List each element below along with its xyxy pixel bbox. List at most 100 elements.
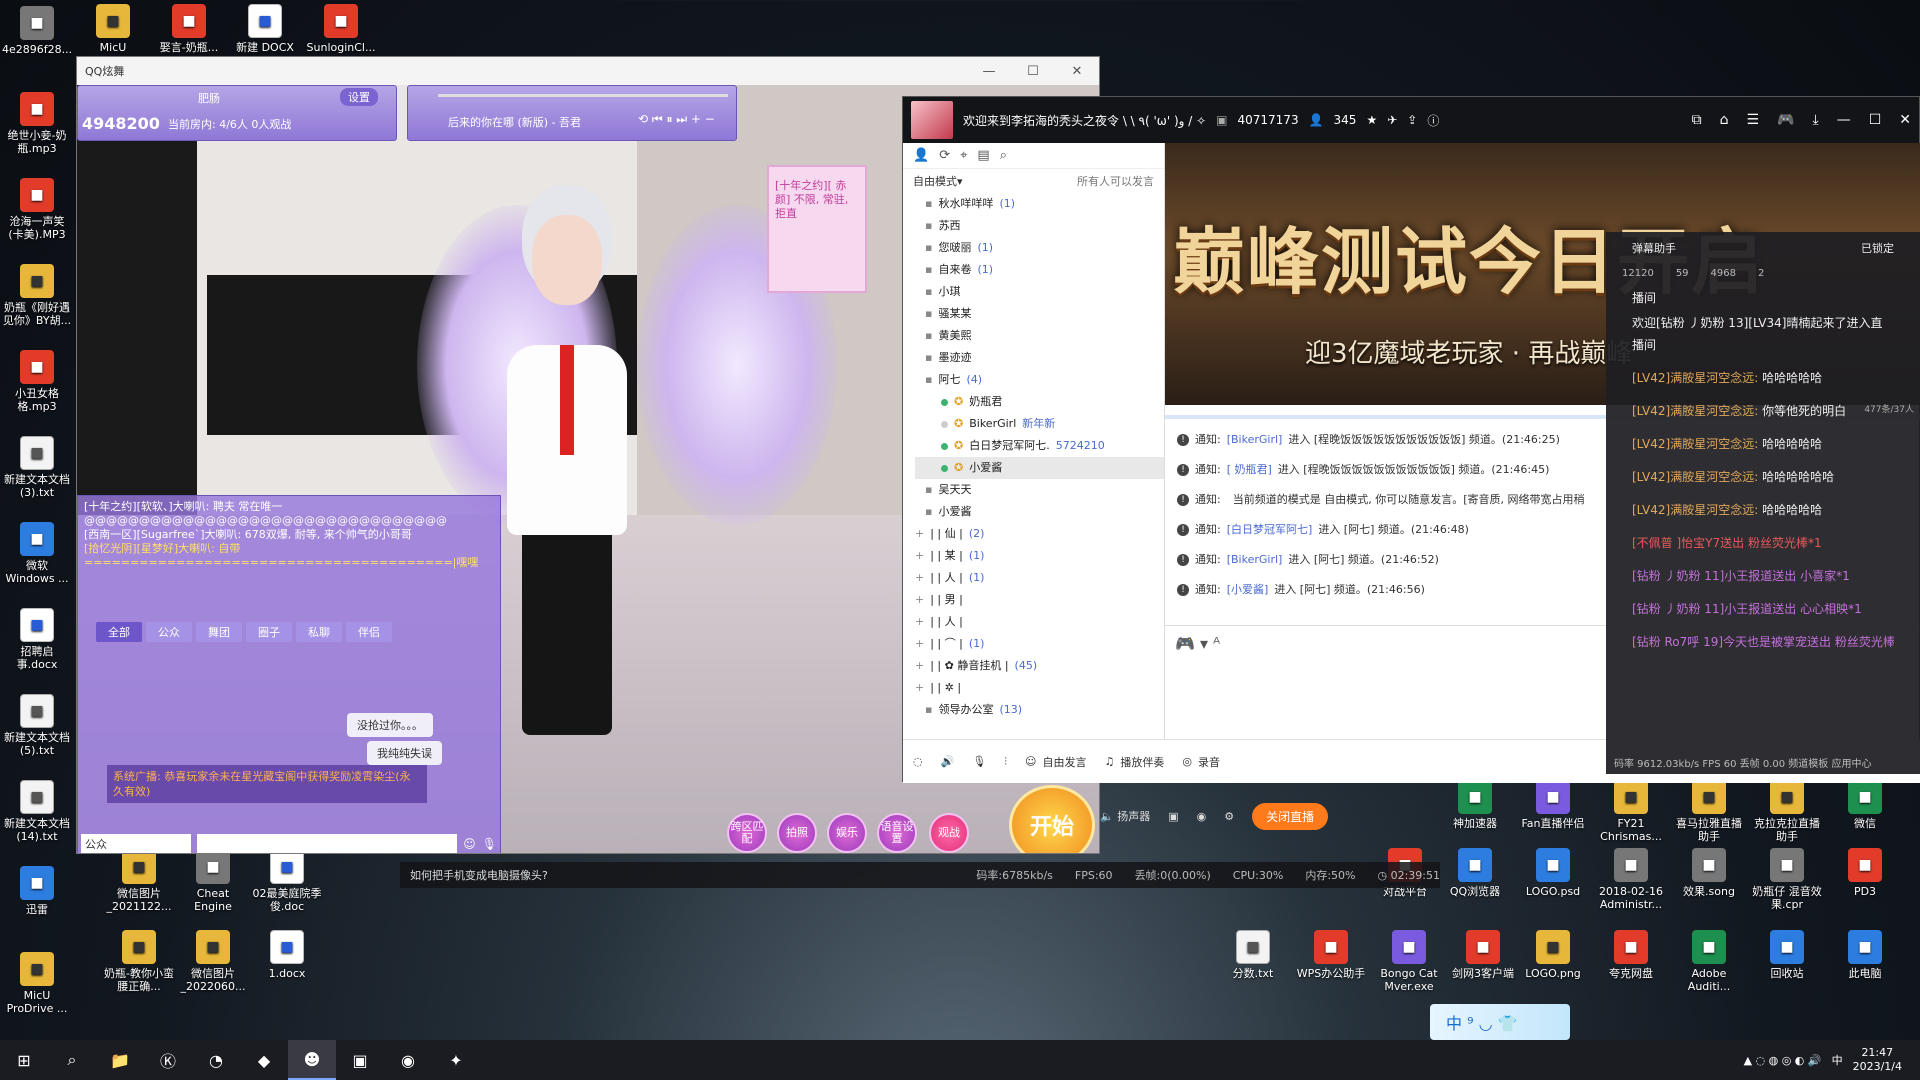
member-row[interactable]: ▪ 阿七 (4) — [915, 369, 1164, 391]
member-row[interactable]: ✪ BikerGirl 新年新 — [915, 413, 1164, 435]
member-row[interactable]: ▪ 小爱酱 — [915, 501, 1164, 523]
member-row[interactable]: + | | 人 | (1) — [915, 567, 1164, 589]
member-row[interactable]: ▪ 墨迹迹 — [915, 347, 1164, 369]
minimize-icon[interactable]: — — [967, 64, 1011, 79]
desktop-icon[interactable]: ■ 剑网3客户端 — [1448, 930, 1518, 980]
expand-icon[interactable]: + — [915, 633, 924, 655]
chat-input[interactable] — [197, 834, 458, 853]
member-row[interactable]: ✪ 小爱酱 — [915, 457, 1164, 479]
member-row[interactable]: ✪ 白日梦冠军阿七. 5724210 — [915, 435, 1164, 457]
danmu-status[interactable]: 已锁定 — [1861, 240, 1894, 256]
desktop-icon[interactable]: ■ Cheat Engine — [178, 850, 248, 913]
app-icon[interactable]: ▣ — [336, 1040, 384, 1080]
desktop-icon[interactable]: ■ LOGO.psd — [1518, 848, 1588, 898]
desktop-icon[interactable]: ■ 02最美庭院季俊.doc — [252, 850, 322, 913]
share-icon[interactable]: ⇪ — [1407, 113, 1417, 127]
close-icon[interactable]: ✕ — [1899, 112, 1911, 128]
desktop-icon[interactable]: ■ 沧海一声笑(卡美).MP3 — [2, 178, 72, 241]
desktop-icon[interactable]: ■ 效果.song — [1674, 848, 1744, 898]
desktop-icon[interactable]: ■ 绝世小妾-奶瓶.mp3 — [2, 92, 72, 155]
chat-tab[interactable]: 圈子 — [246, 622, 292, 642]
desktop-icon[interactable]: ■ MicU — [78, 4, 148, 54]
desktop-icon[interactable]: ■ 娶言-奶瓶... — [154, 4, 224, 54]
plane-icon[interactable]: ✈ — [1387, 113, 1397, 127]
desktop-icon[interactable]: ■ 奶瓶仔 混音效果.cpr — [1752, 848, 1822, 911]
chat-tab[interactable]: 私聊 — [296, 622, 342, 642]
photo-button[interactable]: 拍照 — [777, 813, 817, 853]
desktop-icon[interactable]: ■ 微信图片_2022060... — [178, 930, 248, 993]
search-icon[interactable]: ⌕ — [48, 1040, 96, 1080]
desktop-icon[interactable]: ■ 1.docx — [252, 930, 322, 980]
fun-button[interactable]: 娱乐 — [827, 813, 867, 853]
member-row[interactable]: ▪ 吴天天 — [915, 479, 1164, 501]
expand-icon[interactable]: + — [915, 677, 924, 699]
close-live-button[interactable]: 关闭直播 — [1252, 802, 1329, 830]
screen-icon[interactable]: ⧉ — [1692, 112, 1702, 128]
desktop-icon[interactable]: ■ Adobe Auditi... — [1674, 930, 1744, 993]
game-taskbar-icon[interactable]: ☻ — [288, 1040, 336, 1080]
note-icon[interactable]: ▤ — [977, 148, 989, 163]
member-row[interactable]: + | | 男 | — [915, 589, 1164, 611]
danmu-assistant[interactable]: 弹幕助手 已锁定 12120 59 4968 2 播间 欢迎[钻粉 丿奶粉 13][LV… — [1606, 232, 1920, 774]
desktop-icon[interactable]: ■ 新建文本文档(3).txt — [2, 436, 72, 499]
accompany-button[interactable]: ♫ 播放伴奏 — [1105, 754, 1165, 770]
gear-icon[interactable]: ⚙ — [1224, 810, 1234, 823]
watch-button[interactable]: 观战 — [929, 813, 969, 853]
browser-icon[interactable]: ◔ — [192, 1040, 240, 1080]
desktop-icon[interactable]: ■ LOGO.png — [1518, 930, 1588, 980]
desktop-icon[interactable]: ■ 新建文本文档(14).txt — [2, 780, 72, 843]
channel-template-button[interactable]: 频道模板 — [1788, 759, 1828, 770]
chat-tab[interactable]: 全部 — [96, 622, 142, 642]
chat-tab[interactable]: 公众 — [146, 622, 192, 642]
member-row[interactable]: + | | ⌒ | (1) — [915, 633, 1164, 655]
desktop-icon[interactable]: ■ 新建 DOCX — [230, 4, 300, 54]
desktop-icon[interactable]: ■ FY21 Chrismas... — [1596, 780, 1666, 843]
eye-icon[interactable]: ◉ — [1197, 810, 1207, 823]
close-icon[interactable]: ✕ — [1055, 64, 1099, 79]
desktop-icon[interactable]: ■ 神加速器 — [1440, 780, 1510, 830]
voice-settings-button[interactable]: 语音设置 — [877, 813, 917, 853]
desktop-icon[interactable]: ■ 新建文本文档(5).txt — [2, 694, 72, 757]
expand-icon[interactable]: + — [915, 545, 924, 567]
tray-icons[interactable]: ▲ ◌ ◍ ◎ ◐ 🔊 — [1744, 1054, 1822, 1067]
start-icon[interactable]: ⊞ — [0, 1040, 48, 1080]
home-icon[interactable]: ⌂ — [1720, 112, 1729, 128]
chat-tab[interactable]: 舞团 — [196, 622, 242, 642]
desktop-icon[interactable]: ■ 迅雷 — [2, 866, 72, 916]
desktop-icon[interactable]: ■ 喜马拉雅直播助手 — [1674, 780, 1744, 843]
member-row[interactable]: ▪ 秋水咩咩咩 (1) — [915, 193, 1164, 215]
search-icon[interactable]: ⌕ — [1000, 148, 1007, 163]
kugou-icon[interactable]: Ⓚ — [144, 1040, 192, 1080]
help-question[interactable]: 如何把手机变成电脑摄像头? — [400, 867, 548, 883]
member-row[interactable]: + | | ✲ | — [915, 677, 1164, 699]
emoji-icon[interactable]: ☺ — [463, 837, 476, 851]
desktop-icon[interactable]: ■ 4e2896f28... — [2, 6, 72, 56]
desktop-icon[interactable]: ■ 微软 Windows ... — [2, 522, 72, 585]
game-titlebar[interactable]: QQ炫舞 — ☐ ✕ — [77, 57, 1099, 85]
location-icon[interactable]: ⌖ — [960, 148, 967, 163]
desktop-icon[interactable]: ■ Bongo Cat Mver.exe — [1374, 930, 1444, 993]
music-controls[interactable]: ⟲ ⏮ ⏸ ⏭ + − — [638, 112, 715, 127]
speaker-button[interactable]: 🔈 扬声器 — [1100, 808, 1150, 824]
desktop-icon[interactable]: ■ WPS办公助手 — [1296, 930, 1366, 980]
expand-icon[interactable]: + — [915, 655, 924, 677]
desktop-icon[interactable]: ■ 2018-02-16 Administr... — [1596, 848, 1666, 911]
maximize-icon[interactable]: ☐ — [1011, 64, 1055, 79]
mic-icon[interactable]: 🎙 — [972, 755, 986, 768]
mixer-icon[interactable]: ⫶ — [1004, 755, 1007, 769]
file-explorer-icon[interactable]: 📁 — [96, 1040, 144, 1080]
expand-icon[interactable]: + — [915, 611, 924, 633]
desktop-icon[interactable]: ■ 微信 — [1830, 780, 1900, 830]
app-center-button[interactable]: 应用中心 — [1831, 759, 1871, 770]
member-row[interactable]: ✪ 奶瓶君 — [915, 391, 1164, 413]
collapse-icon[interactable]: ⤓ — [1813, 112, 1819, 128]
refresh-icon[interactable]: ⟳ — [939, 148, 950, 163]
member-row[interactable]: ▪ 黄美熙 — [915, 325, 1164, 347]
member-row[interactable]: ▪ 苏西 — [915, 215, 1164, 237]
desktop-icon[interactable]: ■ 微信图片_2021122... — [104, 850, 174, 913]
music-progress[interactable] — [438, 94, 728, 97]
mic-icon[interactable]: 🎙 — [482, 837, 497, 851]
desktop-icon[interactable]: ■ 克拉克拉直播助手 — [1752, 780, 1822, 843]
chat-tab[interactable]: 伴侣 — [346, 622, 392, 642]
member-row[interactable]: + | | 仙 | (2) — [915, 523, 1164, 545]
